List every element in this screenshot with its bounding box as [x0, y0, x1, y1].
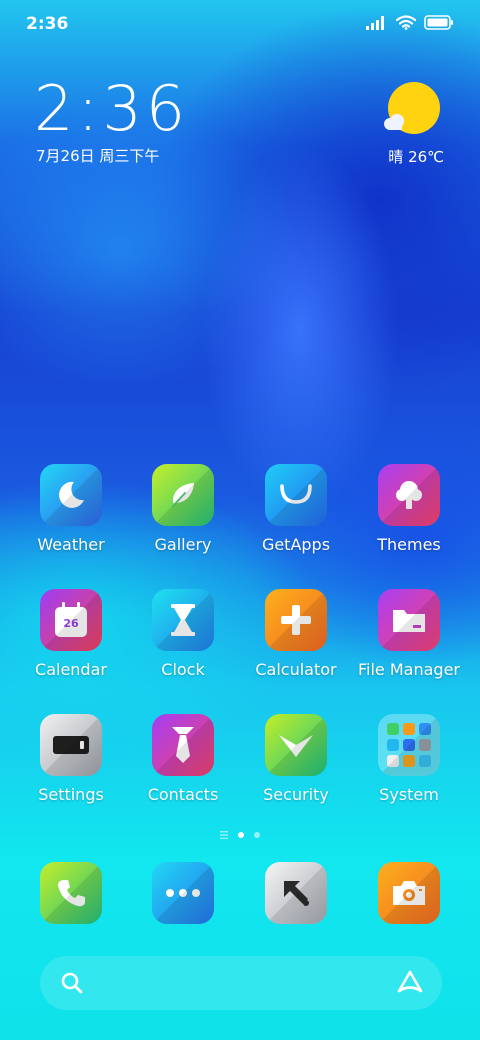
app-label: System	[379, 785, 439, 804]
app-label: Clock	[161, 660, 205, 679]
weather-condition: 晴	[388, 148, 404, 166]
app-contacts[interactable]: Contacts	[127, 714, 239, 805]
app-security[interactable]: Security	[240, 714, 352, 805]
toggle-icon	[40, 714, 102, 776]
tree-icon	[378, 464, 440, 526]
wifi-icon	[396, 15, 416, 30]
arrow-icon	[265, 862, 327, 924]
app-file-manager[interactable]: File Manager	[353, 589, 465, 680]
app-label: Calculator	[255, 660, 337, 679]
page-indicator[interactable]	[198, 828, 282, 842]
app-calendar[interactable]: 26 Calendar	[15, 589, 127, 680]
app-themes[interactable]: Themes	[353, 464, 465, 555]
clock-widget-date[interactable]: 7月26日 周三下午	[36, 145, 159, 166]
tie-icon	[152, 714, 214, 776]
dock-messages[interactable]	[127, 862, 239, 924]
status-icons	[366, 15, 454, 30]
menu-lines-icon	[220, 831, 228, 839]
page-dot[interactable]	[254, 832, 260, 838]
camera-icon	[378, 862, 440, 924]
folder-icon	[378, 589, 440, 651]
app-weather[interactable]: Weather	[15, 464, 127, 555]
moon-icon	[40, 464, 102, 526]
bag-icon	[265, 464, 327, 526]
signal-icon	[366, 15, 384, 30]
app-label: Themes	[377, 535, 441, 554]
leaf-icon	[152, 464, 214, 526]
chat-dots-icon	[152, 862, 214, 924]
app-getapps[interactable]: GetApps	[240, 464, 352, 555]
calendar-icon: 26	[40, 589, 102, 651]
dock-camera[interactable]	[353, 862, 465, 924]
weather-summary: 晴 26℃	[388, 146, 444, 167]
app-calculator[interactable]: Calculator	[240, 589, 352, 680]
hourglass-icon	[152, 589, 214, 651]
app-label: Settings	[38, 785, 104, 804]
app-settings[interactable]: Settings	[15, 714, 127, 805]
app-label: Calendar	[35, 660, 107, 679]
phone-icon	[40, 862, 102, 924]
status-time: 2:36	[26, 14, 69, 34]
cloud-icon	[384, 114, 404, 130]
search-bar[interactable]	[40, 956, 442, 1010]
plus-icon	[265, 589, 327, 651]
app-system-folder[interactable]: System	[353, 714, 465, 805]
app-label: GetApps	[261, 535, 331, 554]
weather-widget[interactable]: 晴 26℃	[370, 82, 444, 168]
assistant-icon[interactable]	[396, 969, 424, 995]
app-label: Contacts	[147, 785, 219, 804]
app-gallery[interactable]: Gallery	[127, 464, 239, 555]
folder-grid-icon	[378, 714, 440, 776]
status-bar: 2:36	[0, 0, 480, 50]
app-clock[interactable]: Clock	[127, 589, 239, 680]
clock-widget-time[interactable]: 2:36	[34, 74, 189, 144]
weather-temperature: 26℃	[408, 148, 444, 166]
app-label: Weather	[37, 535, 105, 554]
dock-phone[interactable]	[15, 862, 127, 924]
check-shield-icon	[265, 714, 327, 776]
calendar-date-badge: 26	[63, 617, 79, 630]
search-icon[interactable]	[60, 971, 84, 995]
app-label: Security	[263, 785, 329, 804]
app-label: Gallery	[154, 535, 212, 554]
app-label: File Manager	[358, 660, 460, 679]
page-dot-active[interactable]	[238, 832, 244, 838]
dock-browser[interactable]	[240, 862, 352, 924]
battery-icon	[424, 15, 453, 30]
